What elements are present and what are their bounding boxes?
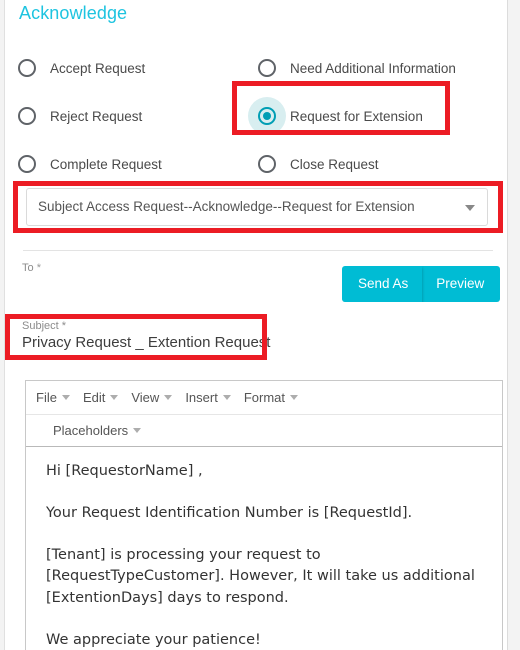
radio-icon [258,59,276,77]
radio-option-complete-request[interactable]: Complete Request [18,155,258,173]
send-as-button[interactable]: Send As [342,266,423,302]
menu-insert-label: Insert [185,390,218,405]
subject-input[interactable]: Privacy Request _ Extention Request [22,334,270,351]
radio-option-accept-request[interactable]: Accept Request [18,59,258,77]
rich-text-editor: File Edit View Insert Format Placeholder… [25,380,503,650]
app-screen: Acknowledge Accept Request Need Addition… [0,0,520,650]
radio-label: Close Request [290,156,379,172]
radio-icon [18,59,36,77]
radio-icon [18,107,36,125]
editor-toolbar: Placeholders [26,415,502,447]
menu-format[interactable]: Format [244,390,298,405]
radio-option-close-request[interactable]: Close Request [258,155,496,173]
radio-option-request-for-extension[interactable]: Request for Extension [248,97,496,135]
menu-view[interactable]: View [131,390,173,405]
radio-selected-icon [258,107,276,125]
email-template-select-value: Subject Access Request--Acknowledge--Req… [38,199,415,214]
radio-label: Need Additional Information [290,60,456,76]
to-field-label: To * [22,262,41,274]
radio-label: Request for Extension [290,108,423,124]
editor-paragraph: Hi [RequestorName] , [46,463,203,479]
menu-insert[interactable]: Insert [185,390,231,405]
editor-menubar: File Edit View Insert Format [26,381,502,415]
radio-option-reject-request[interactable]: Reject Request [18,107,258,125]
editor-paragraph: [Tenant] is processing your request to [… [46,546,475,607]
preview-button[interactable]: Preview [422,266,501,302]
chevron-down-icon [465,205,475,211]
menu-edit-label: Edit [82,390,106,405]
menu-edit[interactable]: Edit [82,390,119,405]
radio-label: Complete Request [50,156,162,172]
action-button-group: Send As Preview [342,266,501,302]
required-mark: * [36,262,41,274]
editor-paragraph: We appreciate your patience! [46,631,261,648]
email-template-select[interactable]: Subject Access Request--Acknowledge--Req… [26,188,488,226]
menu-file-label: File [36,390,57,405]
radio-option-need-additional-information[interactable]: Need Additional Information [258,59,496,77]
editor-content-area[interactable]: Hi [RequestorName] , Your Request Identi… [26,447,502,650]
chevron-down-icon [133,428,142,433]
menu-file[interactable]: File [36,390,70,405]
to-input[interactable] [22,296,322,297]
subject-field-label: Subject * [22,320,66,332]
radio-label: Accept Request [50,60,146,76]
acknowledge-panel: Acknowledge Accept Request Need Addition… [4,0,508,650]
menu-view-label: View [131,390,160,405]
chevron-down-icon [61,395,70,400]
radio-row: Reject Request Request for Extension [18,92,496,140]
required-mark: * [61,320,67,332]
chevron-down-icon [222,395,231,400]
chevron-down-icon [164,395,173,400]
editor-paragraph: Your Request Identification Number is [R… [46,504,413,521]
section-divider [23,250,493,251]
radio-icon [258,155,276,173]
chevron-down-icon [110,395,119,400]
to-label-text: To [22,262,34,274]
subject-label-text: Subject [22,320,59,332]
acknowledge-action-radio-group: Accept Request Need Additional Informati… [18,44,496,188]
placeholders-dropdown[interactable]: Placeholders [53,423,142,438]
radio-label: Reject Request [50,108,143,124]
radio-row: Complete Request Close Request [18,140,496,188]
radio-icon [18,155,36,173]
chevron-down-icon [290,395,298,400]
page-title: Acknowledge [19,3,128,23]
placeholders-label: Placeholders [53,423,129,438]
menu-format-label: Format [243,390,285,405]
radio-row: Accept Request Need Additional Informati… [18,44,496,92]
